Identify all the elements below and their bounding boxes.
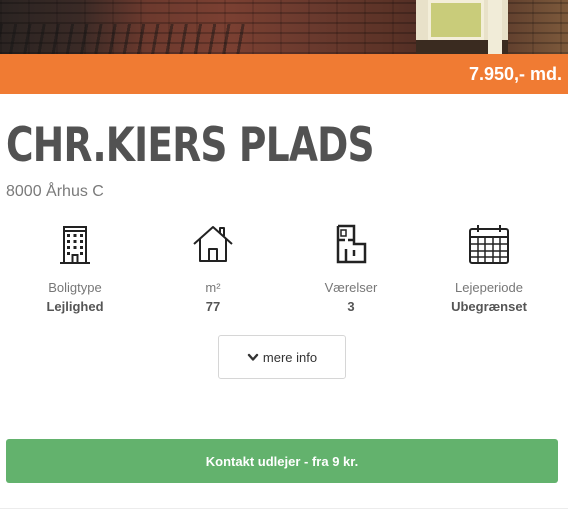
- price-label: 7.950,- md.: [468, 64, 562, 84]
- feature-value: Lejlighed: [46, 299, 104, 314]
- feature-label: Værelser: [324, 280, 378, 295]
- floorplan-icon: [336, 224, 367, 264]
- feature-m2: m² 77: [153, 222, 273, 314]
- apartment-building-icon: [60, 226, 90, 264]
- house-icon: [193, 226, 233, 262]
- feature-label: m²: [205, 280, 221, 295]
- feature-list: Boligtype Lejlighed m² 77 Værelser 3 Lej…: [0, 222, 568, 322]
- listing-address: 8000 Århus C: [6, 183, 104, 200]
- calendar-icon: [469, 225, 509, 264]
- feature-label: Lejeperiode: [455, 280, 523, 295]
- feature-value: 3: [347, 299, 355, 314]
- divider: [0, 508, 568, 509]
- door: [428, 0, 484, 40]
- listing-title: CHR.KIERS PLADS: [6, 118, 375, 173]
- bicycles: [0, 24, 250, 54]
- feature-value: 77: [205, 299, 221, 314]
- feature-vaerelser: Værelser 3: [291, 222, 411, 314]
- feature-value: Ubegrænset: [451, 299, 527, 314]
- more-info-label: mere info: [262, 349, 318, 365]
- chevron-down-icon: [247, 353, 259, 361]
- door-column: [488, 0, 502, 54]
- listing-photo[interactable]: [0, 0, 568, 54]
- contact-landlord-button[interactable]: Kontakt udlejer - fra 9 kr.: [6, 439, 558, 483]
- feature-boligtype: Boligtype Lejlighed: [15, 222, 135, 314]
- feature-label: Boligtype: [48, 280, 102, 295]
- feature-lejeperiode: Lejeperiode Ubegrænset: [429, 222, 549, 314]
- more-info-button[interactable]: mere info: [218, 335, 346, 379]
- price-bar: 7.950,- md.: [0, 54, 568, 94]
- contact-landlord-label: Kontakt udlejer - fra 9 kr.: [205, 453, 359, 469]
